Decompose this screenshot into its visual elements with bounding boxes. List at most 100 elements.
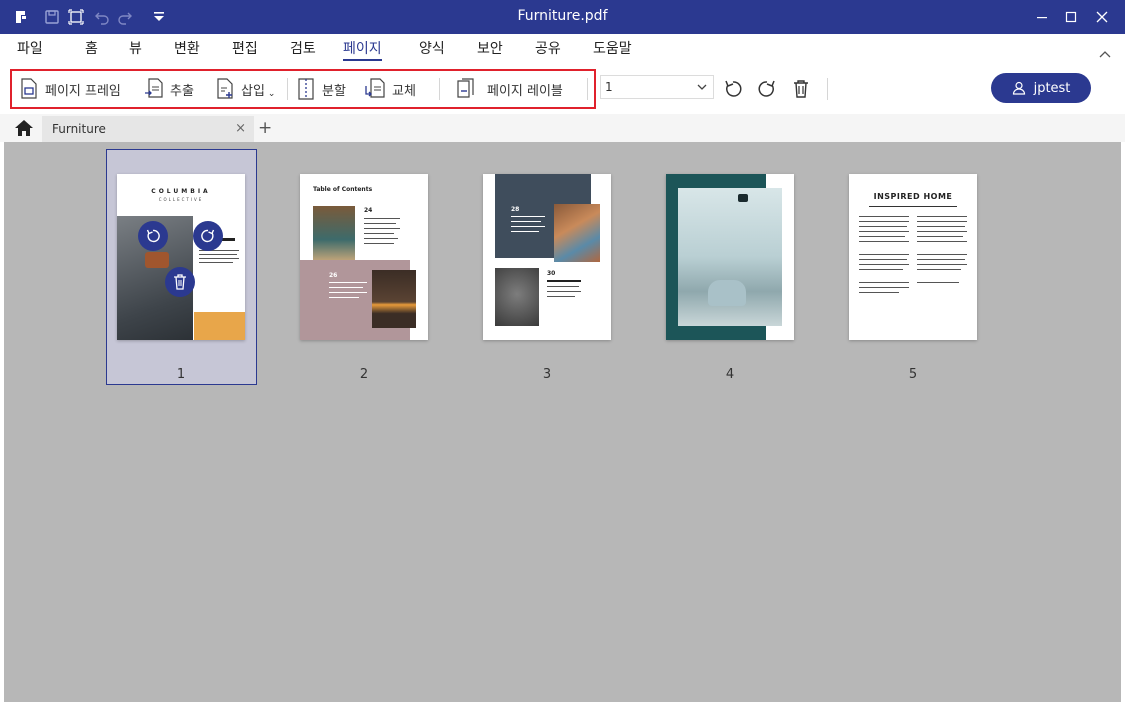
text-line bbox=[917, 221, 967, 222]
page-number-4: 4 bbox=[725, 367, 735, 382]
p3-num-a: 28 bbox=[511, 206, 520, 213]
page-label-icon bbox=[457, 78, 474, 98]
text-line bbox=[199, 258, 239, 259]
text-line bbox=[917, 259, 965, 260]
rotate-right-icon[interactable] bbox=[755, 77, 779, 101]
p1-subtitle: COLLECTIVE bbox=[158, 197, 204, 202]
text-line bbox=[859, 221, 909, 222]
menu-form[interactable]: 양식 bbox=[419, 39, 445, 61]
menu-share[interactable]: 공유 bbox=[535, 39, 561, 61]
page-toolbar: 페이지 프레임 추출 삽입 ⌄ 분할 교체 페이지 레이블 1 jptest bbox=[0, 64, 1125, 114]
split-icon bbox=[298, 78, 314, 100]
page-thumbnail-3[interactable]: 28 30 bbox=[483, 174, 611, 340]
page-thumbnail-4[interactable] bbox=[666, 174, 794, 340]
text-line bbox=[869, 206, 957, 207]
text-line bbox=[364, 223, 396, 224]
page-thumbnail-5[interactable]: INSPIRED HOME bbox=[849, 174, 977, 340]
text-line bbox=[329, 287, 363, 288]
text-line bbox=[917, 269, 961, 270]
orange-chair-photo bbox=[372, 270, 416, 328]
text-line bbox=[859, 292, 899, 293]
text-line bbox=[547, 286, 579, 287]
text-line bbox=[859, 236, 905, 237]
trash-icon[interactable] bbox=[789, 77, 813, 101]
close-icon[interactable] bbox=[1084, 0, 1120, 34]
page-number-2: 2 bbox=[359, 367, 369, 382]
text-line bbox=[199, 262, 233, 263]
redo-icon[interactable] bbox=[117, 8, 133, 26]
menu-review[interactable]: 검토 bbox=[290, 39, 316, 61]
orange-block bbox=[194, 312, 245, 340]
menu-file[interactable]: 파일 bbox=[17, 39, 43, 61]
p3-num-b: 30 bbox=[547, 270, 556, 277]
text-line bbox=[917, 231, 967, 232]
rotate-page-right-icon[interactable] bbox=[193, 221, 223, 251]
insert-button[interactable]: 삽입 ⌄ bbox=[215, 76, 275, 102]
app-logo-icon[interactable] bbox=[14, 8, 30, 26]
toolbar-divider bbox=[587, 78, 588, 100]
page-number-select[interactable]: 1 bbox=[600, 75, 714, 99]
leather-photo bbox=[495, 268, 539, 326]
save-icon[interactable] bbox=[44, 8, 60, 26]
menu-page[interactable]: 페이지 bbox=[343, 39, 382, 61]
home-icon[interactable] bbox=[14, 119, 34, 137]
replace-button[interactable]: 교체 bbox=[364, 76, 416, 102]
text-line bbox=[364, 243, 394, 244]
rotate-page-left-icon[interactable] bbox=[138, 221, 168, 251]
title-bar: Furniture.pdf bbox=[0, 0, 1125, 34]
toolbar-divider bbox=[827, 78, 828, 100]
menu-view[interactable]: 뷰 bbox=[129, 39, 142, 61]
text-line bbox=[547, 280, 581, 282]
split-button[interactable]: 분할 bbox=[296, 76, 346, 102]
fit-icon[interactable] bbox=[68, 8, 84, 26]
text-line bbox=[511, 226, 545, 227]
rotate-left-icon[interactable] bbox=[721, 77, 745, 101]
text-line bbox=[547, 291, 581, 292]
text-line bbox=[364, 238, 398, 239]
text-line bbox=[859, 264, 909, 265]
delete-page-icon[interactable] bbox=[165, 267, 195, 297]
user-name: jptest bbox=[1033, 80, 1071, 96]
page-label-button[interactable]: 페이지 레이블 bbox=[455, 76, 563, 102]
page-frame-icon bbox=[21, 78, 37, 99]
tab-label: Furniture bbox=[52, 122, 106, 136]
replace-icon bbox=[365, 78, 385, 98]
undo-icon[interactable] bbox=[94, 8, 110, 26]
menu-convert[interactable]: 변환 bbox=[174, 39, 200, 61]
page-number-5: 5 bbox=[908, 367, 918, 382]
lamp-shade bbox=[738, 194, 748, 202]
text-line bbox=[859, 287, 909, 288]
chair-seat bbox=[145, 252, 169, 268]
text-line bbox=[859, 259, 907, 260]
insert-label: 삽입 bbox=[241, 83, 265, 99]
window-title: Furniture.pdf bbox=[517, 8, 608, 24]
close-tab-icon[interactable]: × bbox=[235, 116, 246, 142]
p2-num-b: 26 bbox=[329, 272, 338, 279]
add-tab-icon[interactable]: + bbox=[258, 116, 272, 140]
menu-bar: 파일 홈 뷰 변환 편집 검토 페이지 양식 보안 공유 도움말 bbox=[0, 34, 1125, 64]
text-line bbox=[917, 264, 967, 265]
p2-num-a: 24 bbox=[364, 207, 373, 214]
insert-dropdown-icon[interactable]: ⌄ bbox=[268, 89, 276, 99]
page-thumbnail-1[interactable]: COLUMBIA COLLECTIVE bbox=[117, 174, 245, 340]
lamp-room-photo bbox=[678, 188, 782, 326]
toolbar-divider bbox=[439, 78, 440, 100]
user-account-button[interactable]: jptest bbox=[991, 73, 1091, 103]
people-photo bbox=[554, 204, 600, 262]
p2-title: Table of Contents bbox=[313, 186, 373, 193]
page-frame-button[interactable]: 페이지 프레임 bbox=[19, 76, 121, 102]
menu-edit[interactable]: 편집 bbox=[232, 39, 258, 61]
tab-furniture[interactable]: Furniture × bbox=[42, 116, 254, 142]
text-line bbox=[917, 236, 963, 237]
menu-help[interactable]: 도움말 bbox=[593, 39, 632, 61]
collapse-ribbon-icon[interactable] bbox=[1099, 44, 1111, 63]
text-line bbox=[917, 226, 965, 227]
p1-title: COLUMBIA bbox=[151, 188, 211, 195]
extract-button[interactable]: 추출 bbox=[144, 76, 194, 102]
menu-security[interactable]: 보안 bbox=[477, 39, 503, 61]
chevron-down-icon bbox=[697, 76, 707, 107]
text-line bbox=[364, 233, 394, 234]
customize-dropdown-icon[interactable] bbox=[152, 8, 166, 26]
page-thumbnail-2[interactable]: Table of Contents 24 26 bbox=[300, 174, 428, 340]
menu-home[interactable]: 홈 bbox=[85, 39, 98, 61]
